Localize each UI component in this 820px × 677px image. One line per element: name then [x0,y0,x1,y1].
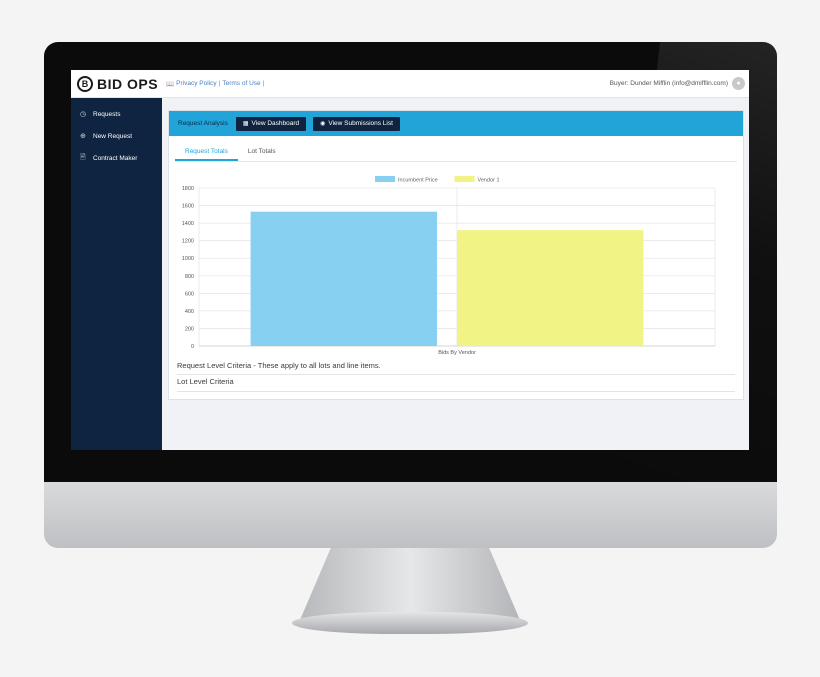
monitor-stand [300,548,520,620]
plus-circle-icon: ⊕ [80,133,86,140]
y-tick-label: 1000 [182,256,194,262]
bar-chart: 0 200 400 600 800 1000 1200 1400 1600 1800 Bids By… [182,176,716,356]
view-submissions-label: View Submissions List [328,120,393,127]
y-tick-label: 800 [185,274,194,280]
legend-swatch [375,176,395,182]
monitor-chin [44,482,777,548]
y-tick-label: 1200 [182,239,194,245]
eye-icon: ◉ [320,121,326,127]
sidebar-item-label: New Request [93,132,133,140]
bar-vendor-1 [457,230,644,346]
sidebar-item-new-request[interactable]: ⊕ New Request [71,125,162,147]
document-icon: 🗎 [80,153,86,161]
analysis-title: Request Analysis [178,120,228,127]
lot-level-criteria[interactable]: Lot Level Criteria [177,377,735,392]
logo-badge-icon: B [77,75,93,92]
privacy-policy-link[interactable]: Privacy Policy [176,80,216,87]
gauge-icon: ◷ [80,111,87,118]
legend-swatch [454,176,475,182]
sidebar-item-label: Requests [93,110,121,118]
logo-text: BID OPS [97,75,159,92]
sidebar-item-contract-maker[interactable]: 🗎 Contract Maker [71,147,162,169]
top-bar: B BID OPS 📖 Privacy Policy | Terms of Us… [71,70,749,98]
y-tick-label: 600 [185,291,194,297]
sidebar-item-label: Contract Maker [93,154,138,162]
sidebar-item-requests[interactable]: ◷ Requests [71,103,162,125]
view-dashboard-button[interactable]: ▦ View Dashboard [235,116,307,131]
main-panel: Request Analysis ▦ View Dashboard ◉ View… [168,110,744,400]
book-icon: 📖 [166,80,175,88]
view-submissions-button[interactable]: ◉ View Submissions List [313,116,400,131]
y-tick-label: 1400 [182,221,194,227]
top-links: 📖 Privacy Policy | Terms of Use | [166,80,264,88]
y-tick-label: 200 [185,326,194,332]
y-tick-label: 1800 [182,186,194,192]
tab-lot-totals[interactable]: Lot Totals [238,140,286,161]
legend-label: Vendor 1 [478,178,500,184]
x-category-label: Bids By Vendor [438,350,476,356]
tab-bar: Request Totals Lot Totals [175,140,737,162]
link-separator: | [218,80,221,87]
analysis-bar: Request Analysis ▦ View Dashboard ◉ View… [169,111,743,136]
buyer-info: Buyer: Dunder Mifflin (info@dmifflin.com… [609,80,728,87]
legend-label: Incumbent Price [398,178,438,184]
chart-area: 0 200 400 600 800 1000 1200 1400 1600 1800 Bids By… [169,166,745,361]
sidebar: ◷ Requests ⊕ New Request 🗎 Contract Make… [71,98,162,450]
y-tick-label: 1600 [182,204,194,210]
user-icon: ● [736,80,741,87]
logo[interactable]: B BID OPS [77,75,159,92]
tab-request-totals[interactable]: Request Totals [175,140,238,161]
link-separator: | [262,80,265,87]
terms-of-use-link[interactable]: Terms of Use [222,80,260,87]
bar-incumbent-price [250,211,437,346]
screen: B BID OPS 📖 Privacy Policy | Terms of Us… [71,70,749,450]
monitor-foot [292,612,528,634]
view-dashboard-label: View Dashboard [251,120,300,127]
calendar-icon: ▦ [242,121,249,127]
y-tick-label: 400 [185,309,194,315]
avatar[interactable]: ● [732,77,745,90]
request-level-criteria[interactable]: Request Level Criteria - These apply to … [177,361,735,375]
y-tick-label: 0 [191,344,194,350]
